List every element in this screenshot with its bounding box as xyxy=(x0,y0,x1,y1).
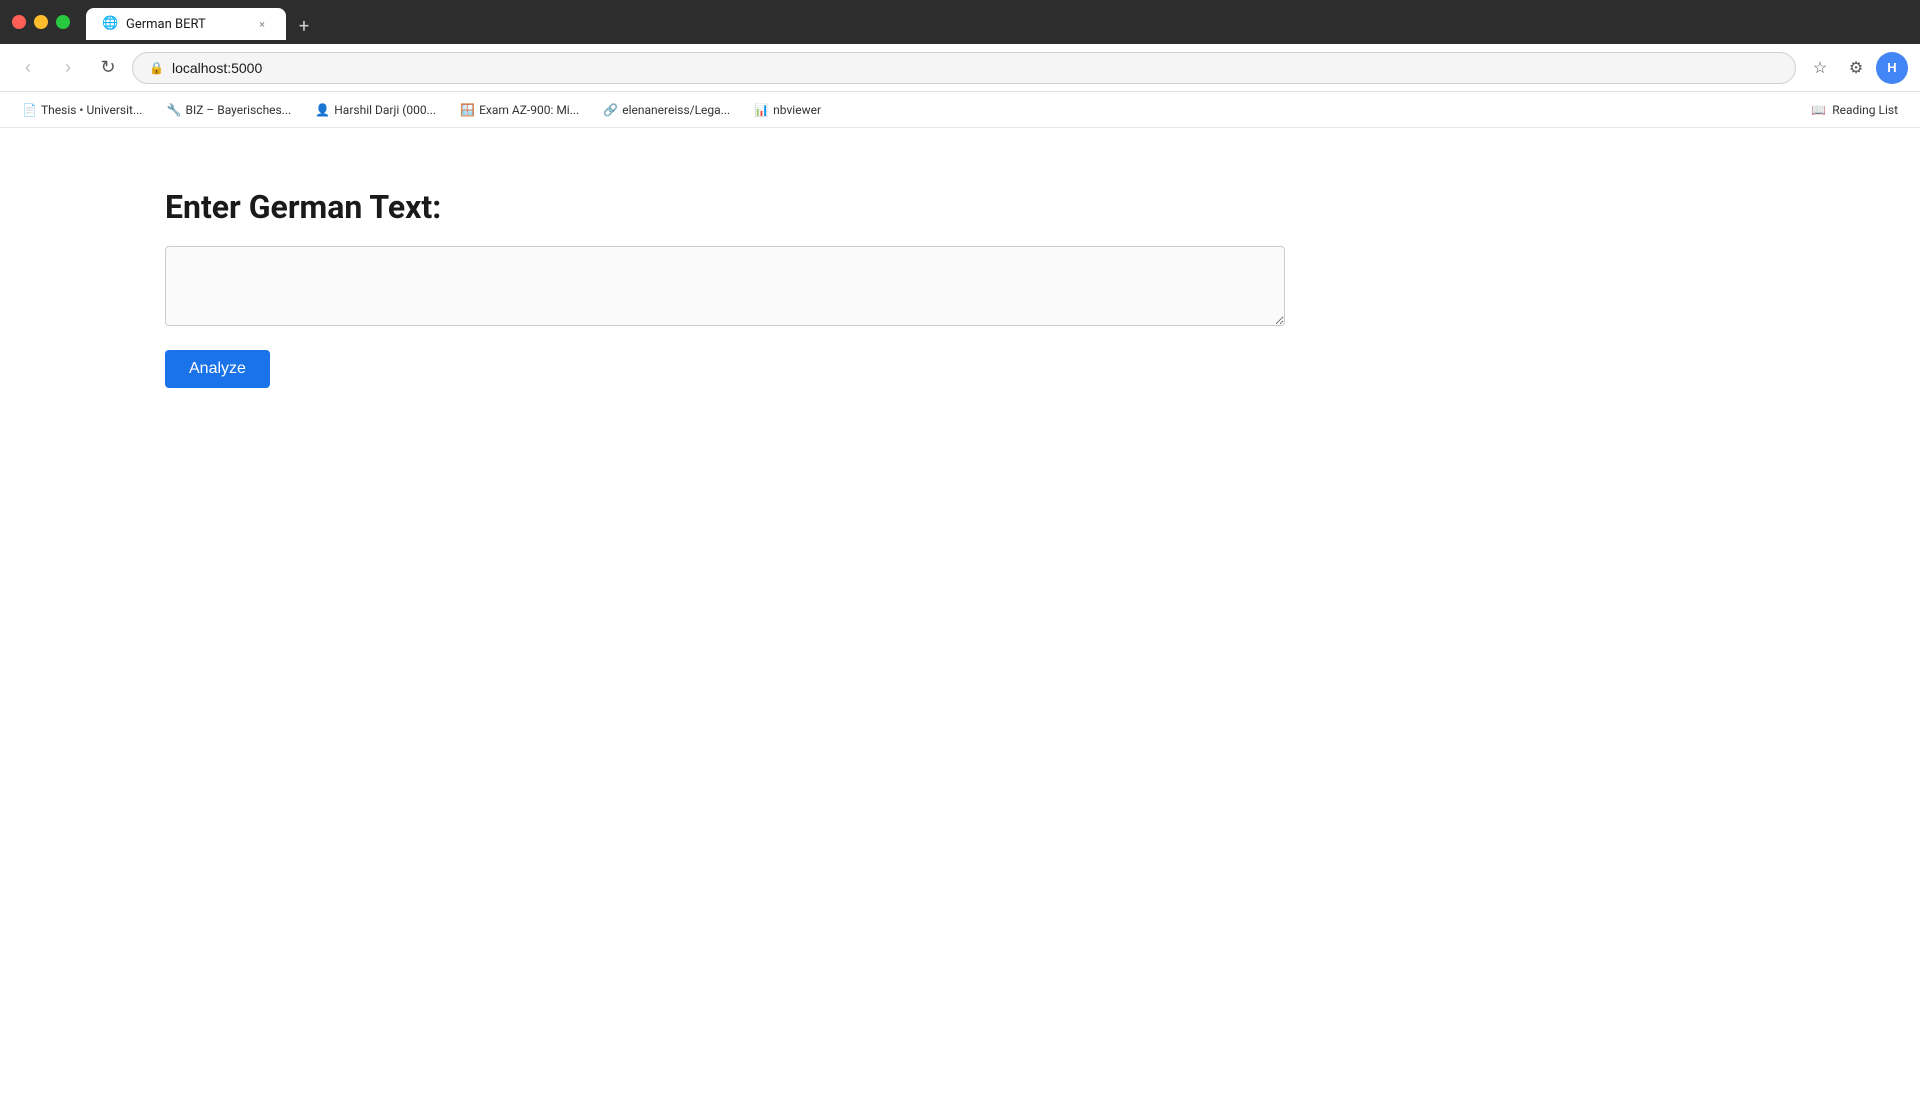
analyze-button[interactable]: Analyze xyxy=(165,350,270,388)
address-input[interactable]: localhost:5000 xyxy=(172,60,1779,76)
browser-chrome: 🌐 German BERT × + ‹ › ↻ 🔒 localhost:5000… xyxy=(0,0,1920,128)
bookmark-label-harshil: Harshil Darji (000... xyxy=(334,103,436,117)
extensions-button[interactable]: ⚙ xyxy=(1840,52,1872,84)
close-button[interactable] xyxy=(12,15,26,29)
page-title: Enter German Text: xyxy=(165,188,1920,226)
window-controls xyxy=(12,15,70,29)
bookmark-favicon-exam: 🪟 xyxy=(460,103,474,117)
reading-list-button[interactable]: 📖 Reading List xyxy=(1801,99,1908,121)
bookmark-label-thesis: Thesis • Universit... xyxy=(41,103,142,117)
bookmark-item-elena[interactable]: 🔗 elenanereiss/Lega... xyxy=(593,99,740,121)
tab-title: German BERT xyxy=(126,17,246,32)
forward-button[interactable]: › xyxy=(52,52,84,84)
forward-icon: › xyxy=(65,57,71,78)
bookmark-label-nbviewer: nbviewer xyxy=(773,103,821,117)
new-tab-button[interactable]: + xyxy=(290,12,318,40)
nav-bar: ‹ › ↻ 🔒 localhost:5000 ☆ ⚙ H xyxy=(0,44,1920,92)
bookmark-favicon-biz: 🔧 xyxy=(166,103,180,117)
bookmark-favicon-thesis: 📄 xyxy=(22,103,36,117)
extensions-icon: ⚙ xyxy=(1849,58,1863,78)
bookmark-item-biz[interactable]: 🔧 BIZ – Bayerisches... xyxy=(156,99,301,121)
bookmark-favicon-harshil: 👤 xyxy=(315,103,329,117)
maximize-button[interactable] xyxy=(56,15,70,29)
bookmark-item-nbviewer[interactable]: 📊 nbviewer xyxy=(744,99,831,121)
german-text-input[interactable] xyxy=(165,246,1285,326)
textarea-container xyxy=(165,246,1285,330)
active-tab[interactable]: 🌐 German BERT × xyxy=(86,8,286,40)
bookmark-item-exam[interactable]: 🪟 Exam AZ-900: Mi... xyxy=(450,99,589,121)
page-content: Enter German Text: Analyze xyxy=(0,128,1920,1068)
bookmark-item-harshil[interactable]: 👤 Harshil Darji (000... xyxy=(305,99,446,121)
back-button[interactable]: ‹ xyxy=(12,52,44,84)
nav-icons: ☆ ⚙ H xyxy=(1804,52,1908,84)
bookmark-item-thesis[interactable]: 📄 Thesis • Universit... xyxy=(12,99,152,121)
bookmark-label-biz: BIZ – Bayerisches... xyxy=(185,103,291,117)
star-icon: ☆ xyxy=(1813,58,1827,78)
tab-close-button[interactable]: × xyxy=(254,16,270,32)
reading-list-label: Reading List xyxy=(1832,103,1898,117)
lock-icon: 🔒 xyxy=(149,61,164,75)
bookmark-label-elena: elenanereiss/Lega... xyxy=(622,103,730,117)
profile-button[interactable]: H xyxy=(1876,52,1908,84)
minimize-button[interactable] xyxy=(34,15,48,29)
bookmark-favicon-nbviewer: 📊 xyxy=(754,103,768,117)
tab-favicon: 🌐 xyxy=(102,16,118,32)
bookmark-star-button[interactable]: ☆ xyxy=(1804,52,1836,84)
bookmark-favicon-elena: 🔗 xyxy=(603,103,617,117)
back-icon: ‹ xyxy=(25,57,31,78)
title-bar: 🌐 German BERT × + xyxy=(0,0,1920,44)
bookmarks-bar: 📄 Thesis • Universit... 🔧 BIZ – Bayerisc… xyxy=(0,92,1920,128)
bookmark-label-exam: Exam AZ-900: Mi... xyxy=(479,103,579,117)
address-bar-container: 🔒 localhost:5000 xyxy=(132,52,1796,84)
reading-list-icon: 📖 xyxy=(1811,103,1826,117)
refresh-icon: ↻ xyxy=(100,57,115,78)
tab-bar: 🌐 German BERT × + xyxy=(86,4,1908,40)
refresh-button[interactable]: ↻ xyxy=(92,52,124,84)
